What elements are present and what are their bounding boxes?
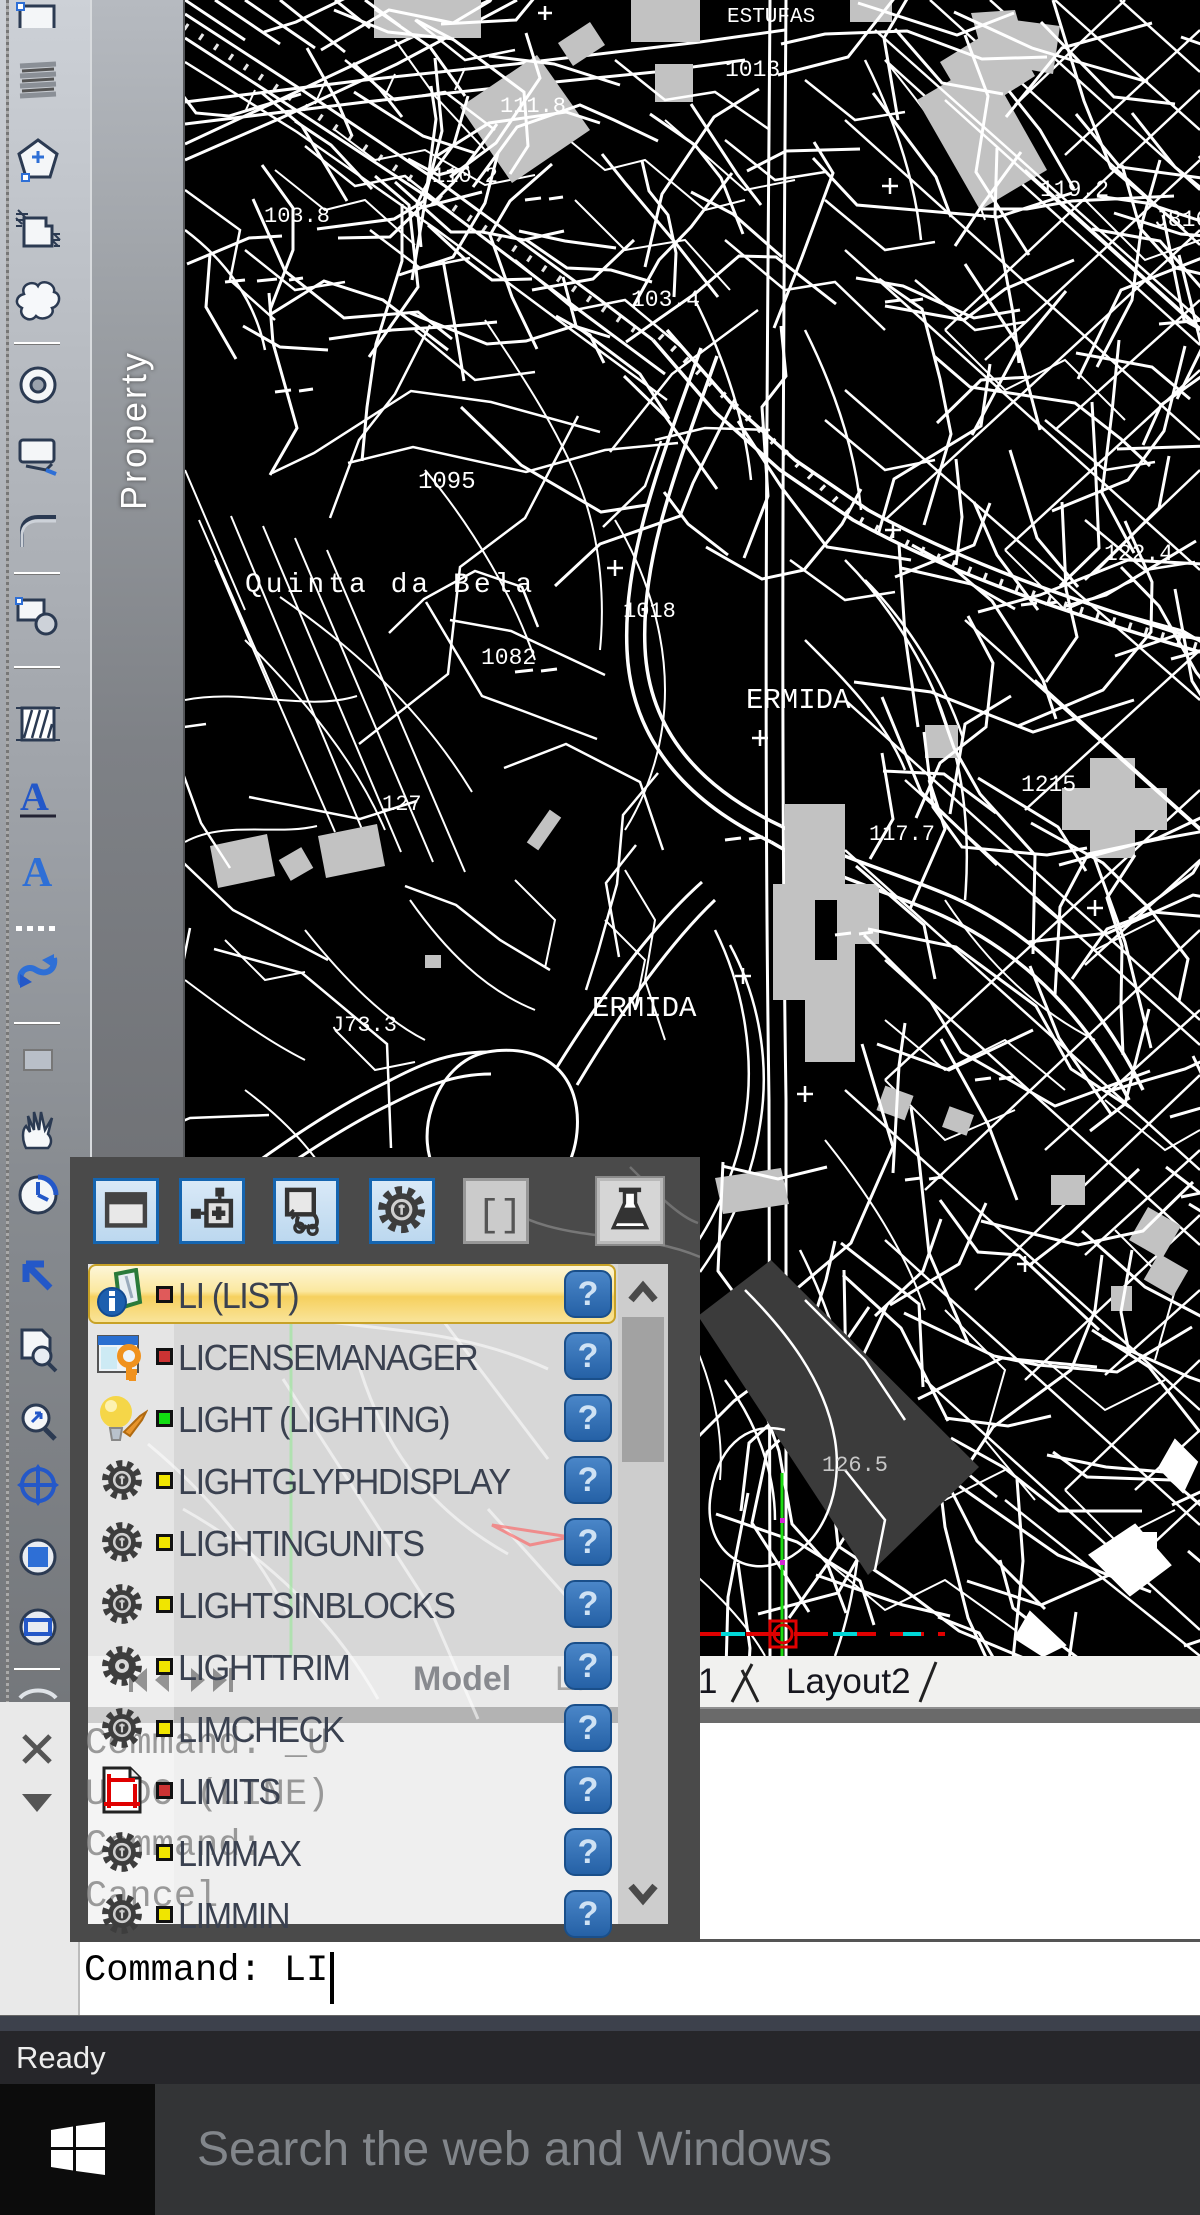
- svg-text:1018: 1018: [623, 599, 676, 624]
- svg-text:111.8: 111.8: [500, 94, 566, 119]
- svg-text:126.5: 126.5: [822, 1453, 888, 1478]
- svg-text:A: A: [20, 774, 49, 819]
- svg-text:J816: J816: [1154, 207, 1200, 233]
- svg-text:110.2: 110.2: [432, 164, 498, 189]
- svg-text:1215: 1215: [1021, 772, 1076, 798]
- svg-text:119.2: 119.2: [1040, 177, 1109, 203]
- svg-text:A: A: [22, 850, 53, 896]
- svg-text:127: 127: [382, 792, 422, 817]
- svg-text:122.4: 122.4: [1104, 541, 1173, 567]
- svg-text:ESTUFAS: ESTUFAS: [727, 6, 815, 29]
- svg-text:1082: 1082: [481, 645, 536, 671]
- svg-text:103.8: 103.8: [264, 204, 330, 229]
- svg-text:[]: []: [477, 1195, 522, 1237]
- svg-text:Quinta da Bela: Quinta da Bela: [245, 570, 536, 601]
- svg-text:1095: 1095: [418, 469, 476, 496]
- svg-text:1013: 1013: [725, 57, 780, 83]
- svg-text:103.4: 103.4: [631, 287, 700, 313]
- svg-text:117.7: 117.7: [869, 822, 935, 847]
- svg-text:J73.3: J73.3: [331, 1013, 397, 1038]
- svg-text:ERMIDA: ERMIDA: [592, 992, 697, 1025]
- svg-text:ERMIDA: ERMIDA: [746, 684, 851, 717]
